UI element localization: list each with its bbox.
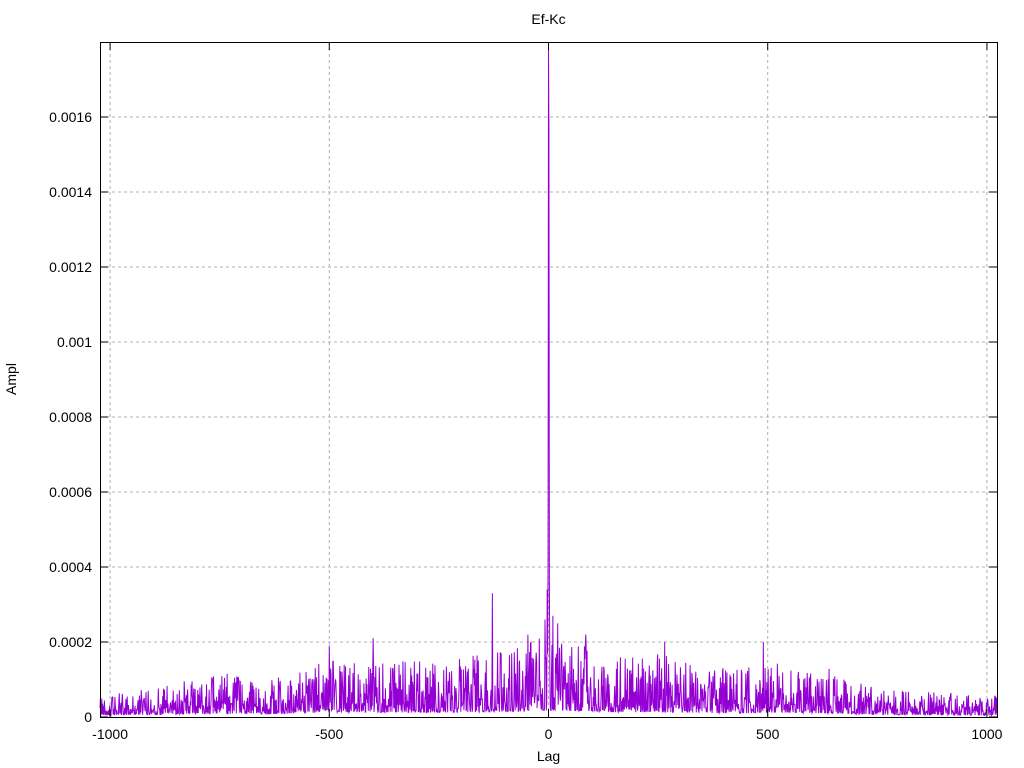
plot-canvas [0,0,1024,768]
x-tick-label: 500 [728,726,808,742]
y-tick-label: 0.0002 [0,634,92,650]
y-tick-label: 0.0004 [0,559,92,575]
y-tick-label: 0 [0,709,92,725]
y-tick-label: 0.0006 [0,484,92,500]
x-tick-label: -500 [289,726,369,742]
x-tick-label: 0 [509,726,589,742]
gnuplot-window: Ef-Kc Ampl Lag 00.00020.00040.00060.0008… [0,0,1024,768]
y-tick-label: 0.0008 [0,409,92,425]
x-axis-label: Lag [100,748,997,764]
x-tick-label: -1000 [70,726,150,742]
data-series-line [100,50,997,716]
y-tick-label: 0.0016 [0,109,92,125]
y-tick-label: 0.0012 [0,259,92,275]
x-tick-label: 1000 [947,726,1024,742]
y-tick-label: 0.0014 [0,184,92,200]
y-tick-label: 0.001 [0,334,92,350]
